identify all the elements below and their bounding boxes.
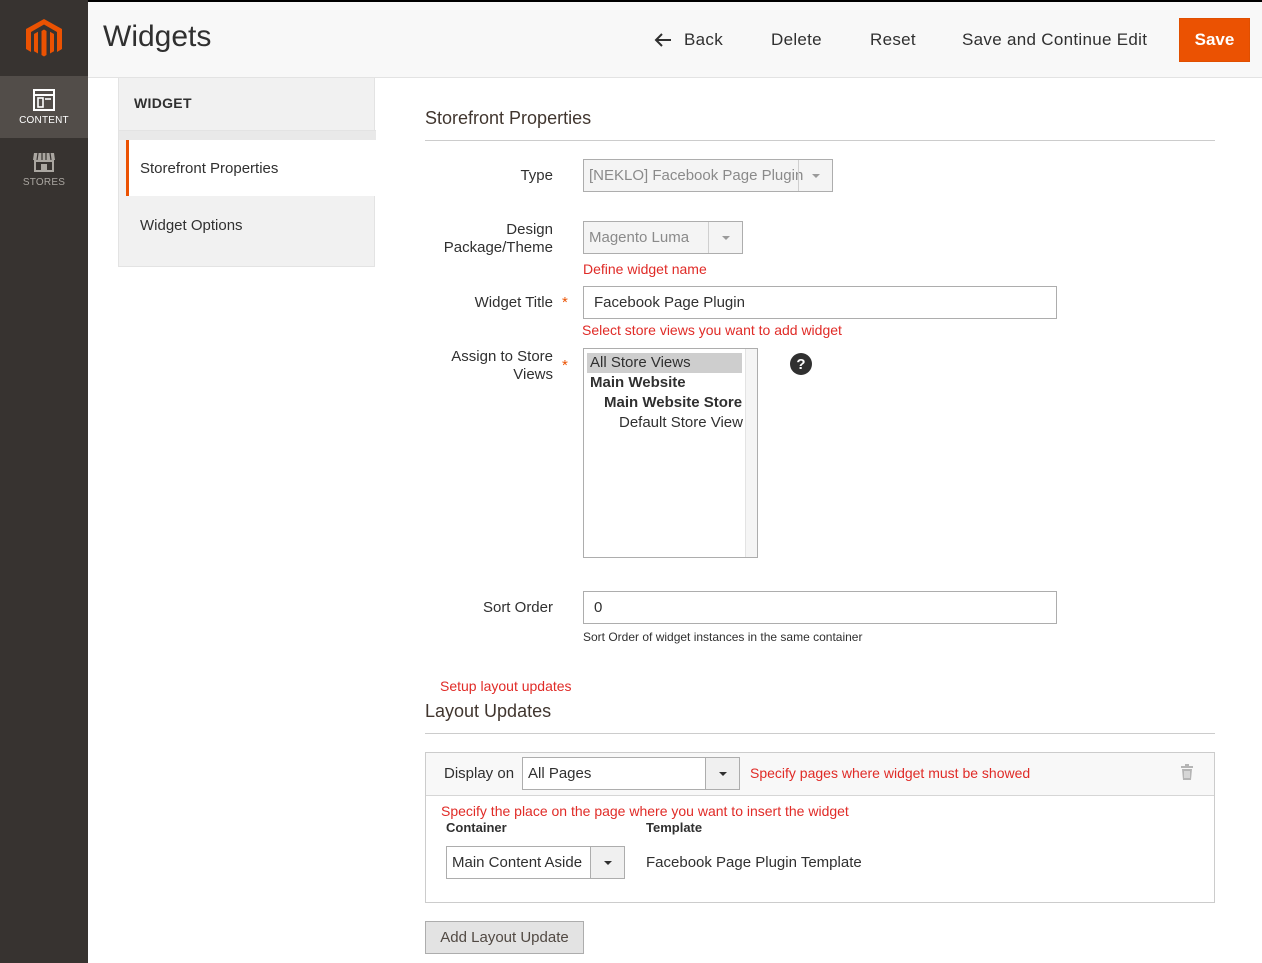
help-icon[interactable]: ? [790,353,812,375]
type-label: Type [520,167,553,184]
display-on-value: All Pages [528,765,592,782]
design-label-line2: Package/Theme [443,239,553,256]
add-layout-update-button[interactable]: Add Layout Update [425,921,584,954]
widget-title-input[interactable]: Facebook Page Plugin [583,286,1057,319]
container-select[interactable]: Main Content Aside [446,846,625,879]
design-theme-select[interactable]: Magento Luma [583,221,743,254]
tabs-divider [119,130,376,140]
reset-button[interactable]: Reset [870,18,916,62]
admin-sidebar: CONTENT STORES [0,0,88,963]
template-label: Template [646,820,703,835]
widget-name-note: Define widget name [583,261,707,277]
back-button[interactable]: Back [654,18,723,62]
sidebar-item-stores[interactable]: STORES [0,138,88,200]
back-label: Back [684,30,723,49]
sidebar-item-label: STORES [22,176,66,188]
design-label-line1: Design [506,221,553,238]
type-select[interactable]: [NEKLO] Facebook Page Plugin [583,159,833,192]
container-value: Main Content Aside [452,854,583,871]
layout-updates-title: Layout Updates [425,701,552,721]
chevron-down-icon [798,160,832,191]
required-star: * [562,357,568,374]
arrow-left-icon [654,33,671,47]
display-on-select[interactable]: All Pages [522,757,740,790]
setup-layout-note: Setup layout updates [440,678,572,694]
widget-title-label: Widget Title [474,294,553,311]
sidebar-item-label: CONTENT [19,114,69,126]
chevron-down-icon [708,222,742,253]
storefront-section-title: Storefront Properties [425,108,592,128]
store-views-multiselect[interactable]: All Store Views Main Website Main Websit… [583,348,758,558]
tab-widget-options[interactable]: Widget Options [126,197,375,253]
store-views-note: Select store views you want to add widge… [582,322,842,338]
tabs-title: WIDGET [134,95,192,111]
type-value: [NEKLO] Facebook Page Plugin [589,167,804,184]
sort-order-input[interactable]: 0 [583,591,1057,624]
scrollbar[interactable] [745,349,757,557]
chevron-down-icon [705,758,739,789]
trash-icon[interactable] [1180,764,1194,780]
magento-logo-icon [26,19,62,57]
layout-update-item: Display on All Pages Specify pages where… [425,752,1215,903]
design-label: Design Package/Theme [420,221,553,257]
tab-storefront-properties[interactable]: Storefront Properties [126,140,375,196]
sidebar-item-content[interactable]: CONTENT [0,76,88,138]
assign-label-line2: Views [513,366,553,383]
store-view-option[interactable]: Main Website [590,373,686,393]
page-title: Widgets [103,20,212,53]
divider [425,733,1215,734]
template-value: Facebook Page Plugin Template [646,854,862,871]
save-and-continue-button[interactable]: Save and Continue Edit [962,18,1147,62]
magento-logo[interactable] [0,2,88,76]
sort-order-label: Sort Order [482,599,553,616]
place-note: Specify the place on the page where you … [441,803,849,819]
display-on-label: Display on [444,765,515,782]
content-icon [33,88,55,111]
design-value: Magento Luma [589,229,690,246]
assign-label-line1: Assign to Store [451,348,553,365]
divider [425,140,1215,141]
layout-update-header: Display on All Pages Specify pages where… [426,753,1214,796]
delete-button[interactable]: Delete [771,18,822,62]
display-on-note: Specify pages where widget must be showe… [750,765,1031,781]
store-view-option[interactable]: Main Website Store [604,393,742,413]
store-view-option[interactable]: Default Store View [619,413,743,433]
stores-icon [33,152,55,172]
container-label: Container [446,820,507,835]
sort-order-note: Sort Order of widget instances in the sa… [583,630,863,644]
save-button[interactable]: Save [1179,18,1250,62]
store-view-option[interactable]: All Store Views [587,353,742,373]
page-header: Widgets Back Delete Reset Save and Conti… [88,2,1262,78]
chevron-down-icon [590,847,624,878]
widget-tabs: WIDGET Storefront Properties Widget Opti… [118,78,376,267]
assign-store-views-label: Assign to Store Views [420,348,553,384]
required-star: * [562,294,568,311]
